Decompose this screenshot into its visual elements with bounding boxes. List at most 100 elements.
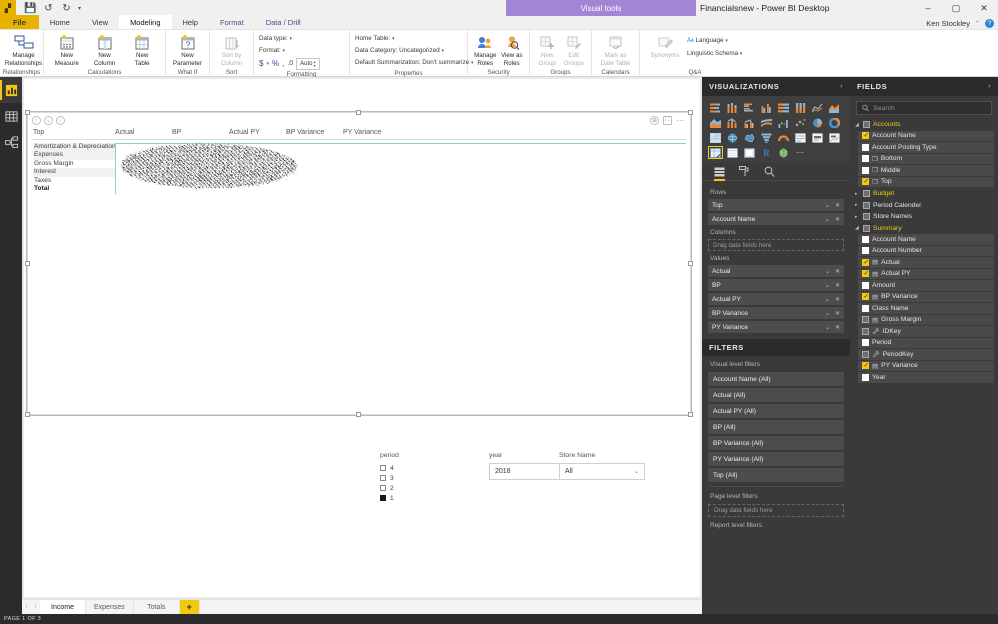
currency-caret-icon[interactable]: ▾	[266, 61, 269, 67]
well-chip-actual[interactable]: Actual ⌄ ✕	[708, 265, 844, 277]
field-periodkey[interactable]: 🗝 PeriodKey	[858, 349, 994, 360]
data-type-caret-icon[interactable]: ▾	[289, 36, 292, 42]
matrix-column-header-bp[interactable]: BP	[172, 129, 229, 136]
checkbox[interactable]	[380, 465, 386, 471]
chevron-down-icon[interactable]: ◢	[855, 225, 860, 231]
viz-scatter-chart[interactable]	[793, 116, 808, 129]
drill-up-icon[interactable]: ↑	[32, 116, 41, 125]
chevron-down-icon[interactable]: ⌄	[825, 202, 830, 209]
comma-icon[interactable]: ,	[282, 59, 284, 68]
field-bp-variance[interactable]: ▤ BP Variance	[858, 291, 994, 302]
search-input[interactable]	[873, 104, 986, 112]
chevron-down-icon[interactable]: ⌄	[634, 468, 639, 475]
viz-waterfall-chart[interactable]	[776, 116, 791, 129]
chevron-right-icon[interactable]: ▸	[855, 202, 860, 208]
filter-chip-account-name[interactable]: Account Name (All)	[708, 372, 844, 386]
viz-stacked-column-chart[interactable]	[725, 101, 740, 114]
chevron-down-icon[interactable]: ⌄	[825, 282, 830, 289]
chevron-right-icon[interactable]: ›	[840, 83, 843, 90]
checkbox[interactable]	[863, 224, 870, 232]
checkbox[interactable]	[863, 121, 870, 129]
format-caret-icon[interactable]: ▾	[282, 48, 285, 54]
viz-clustered-bar-chart[interactable]	[742, 101, 757, 114]
remove-field-icon[interactable]: ✕	[835, 310, 840, 317]
viz-globe-custom-visual[interactable]	[776, 146, 791, 159]
table-row[interactable]: Interest	[33, 168, 115, 177]
remove-field-icon[interactable]: ✕	[835, 202, 840, 209]
filter-chip-top[interactable]: Top (All)	[708, 468, 844, 482]
resize-handle-right[interactable]	[688, 260, 693, 266]
home-table-caret-icon[interactable]: ▾	[392, 36, 395, 42]
field-middle[interactable]: ❐ Middle	[858, 165, 994, 176]
field-actual[interactable]: ▤ Actual	[858, 257, 994, 268]
field-class-name[interactable]: Class Name	[858, 303, 994, 314]
viz-100-stacked-column-chart[interactable]	[793, 101, 808, 114]
analytics-tab[interactable]	[764, 163, 775, 181]
checkbox-checked[interactable]	[862, 292, 869, 301]
viz-matrix[interactable]	[708, 146, 723, 159]
drill-down-icon[interactable]: ↓	[56, 116, 65, 125]
field-summary-account-name[interactable]: Account Name	[858, 234, 994, 245]
data-category-row[interactable]: Data Category: Uncategorized ▾	[355, 45, 444, 57]
field-amount[interactable]: Amount	[858, 280, 994, 291]
well-chip-bp-variance[interactable]: BP Variance ⌄ ✕	[708, 307, 844, 319]
tab-home[interactable]: Home	[38, 15, 81, 29]
add-page-button[interactable]: +	[179, 600, 200, 614]
language-caret-icon[interactable]: ▾	[725, 38, 728, 44]
chevron-down-icon[interactable]: ⌄	[825, 310, 830, 317]
close-button[interactable]: ✕	[970, 0, 998, 16]
viz-r-script-visual[interactable]: R	[759, 146, 774, 159]
table-row[interactable]: Amortization & Depreciation	[33, 143, 116, 152]
well-chip-top[interactable]: Top ⌄ ✕	[708, 199, 844, 211]
page-level-filters-drop[interactable]: Drag data fields here	[708, 504, 844, 517]
matrix-visual[interactable]: ↑ ⌄ ↓ ⊕ ⛶ ⋯ Top Actual BP Actual PY BP V…	[25, 110, 693, 417]
field-account-number[interactable]: Account Number	[858, 245, 994, 256]
new-group-button[interactable]: New Group	[535, 32, 560, 67]
slicer-store-name-dropdown[interactable]: All ⌄	[559, 463, 645, 480]
fields-table-period-calender[interactable]: ▸ Period Calender	[850, 200, 998, 212]
viz-filled-map[interactable]	[742, 131, 757, 144]
viz-slicer[interactable]	[742, 146, 757, 159]
field-py-variance[interactable]: ▤ PY Variance	[858, 360, 994, 371]
data-type-row[interactable]: Data type: ▾	[259, 33, 292, 45]
restore-button[interactable]: ▢	[942, 0, 970, 16]
remove-field-icon[interactable]: ✕	[835, 268, 840, 275]
remove-field-icon[interactable]: ✕	[835, 324, 840, 331]
viz-area-chart[interactable]	[827, 101, 842, 114]
chevron-right-icon[interactable]: ▸	[855, 191, 860, 197]
checkbox[interactable]	[862, 143, 869, 151]
viz-pie-chart[interactable]	[810, 116, 825, 129]
tab-file[interactable]: File	[0, 15, 39, 29]
viz-treemap[interactable]	[708, 131, 723, 144]
fields-table-store-names[interactable]: ▸ Store Names	[850, 211, 998, 223]
checkbox[interactable]	[863, 201, 870, 209]
checkbox[interactable]	[380, 475, 386, 481]
viz-line-stacked-column-chart[interactable]	[725, 116, 740, 129]
linguistic-schema-row[interactable]: Linguistic Schema ▾	[687, 48, 742, 60]
well-chip-bp[interactable]: BP ⌄ ✕	[708, 279, 844, 291]
checkbox[interactable]	[862, 350, 869, 358]
percent-icon[interactable]: %	[272, 59, 279, 68]
filter-chip-actual-py[interactable]: Actual PY (All)	[708, 404, 844, 418]
viz-ribbon-chart[interactable]	[759, 116, 774, 129]
remove-field-icon[interactable]: ✕	[835, 216, 840, 223]
report-canvas[interactable]: ↑ ⌄ ↓ ⊕ ⛶ ⋯ Top Actual BP Actual PY BP V…	[22, 77, 702, 599]
fields-table-budget[interactable]: ▸ Budget	[850, 188, 998, 200]
remove-field-icon[interactable]: ✕	[835, 282, 840, 289]
manage-roles-button[interactable]: Manage Roles	[473, 32, 498, 67]
more-options-icon[interactable]: ⋯	[676, 116, 685, 125]
tab-modeling[interactable]: Modeling	[119, 15, 172, 29]
fields-tab[interactable]	[714, 163, 725, 181]
filter-chip-py-variance[interactable]: PY Variance (All)	[708, 452, 844, 466]
chevron-down-icon[interactable]: ⌄	[825, 324, 830, 331]
viz-table[interactable]	[725, 146, 740, 159]
new-measure-button[interactable]: New Measure	[49, 32, 85, 67]
checkbox-checked[interactable]	[862, 258, 869, 267]
field-account-name[interactable]: Account Name	[858, 130, 994, 141]
viz-line-chart[interactable]	[810, 101, 825, 114]
viz-multi-row-card[interactable]	[793, 131, 808, 144]
checkbox-checked[interactable]	[862, 131, 869, 140]
page-tab-income[interactable]: Income	[40, 600, 86, 614]
edit-groups-button[interactable]: Edit Groups	[562, 32, 587, 67]
tab-format[interactable]: Format	[208, 15, 255, 29]
